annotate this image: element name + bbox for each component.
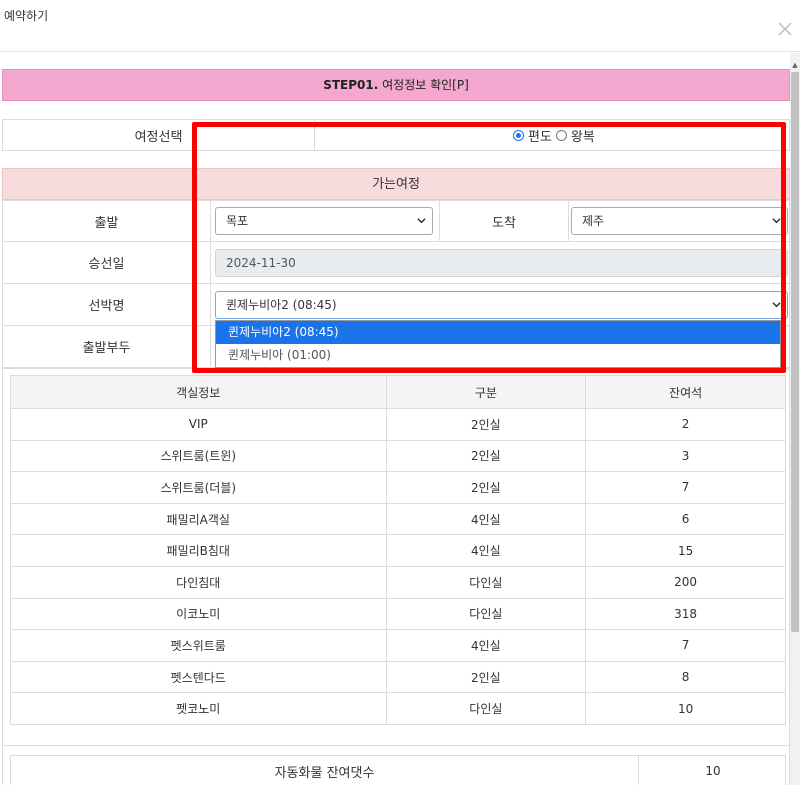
cabin-type: 2인실 [385,439,587,473]
step-title-bar: STEP01. 여정정보 확인[P] [2,69,790,101]
cabin-type: 다인실 [385,565,587,599]
table-row: 펫스텐다드 2인실 8 [10,660,786,694]
cabin-name: 패밀리B침대 [10,534,387,567]
cabin-type: 2인실 [385,660,587,694]
cabin-name: 패밀리A객실 [10,502,387,536]
table-row: 패밀리B침대 4인실 15 [10,534,786,567]
cabin-type: 4인실 [385,629,587,662]
vehicle-capacity-value: 10 [705,764,721,778]
cabin-name: 펫코노미 [10,692,387,725]
cabin-type: 다인실 [385,692,587,725]
cabin-name: 펫스텐다드 [10,660,387,694]
column-header-remaining: 잔여석 [585,375,786,409]
departure-label: 출발 [3,201,211,241]
cabin-name: 다인침대 [10,565,387,599]
cabin-name: VIP [10,408,387,441]
cabin-type: 4인실 [385,502,587,536]
step-number: STEP01. [323,78,379,92]
cabin-remaining: 8 [585,660,786,694]
cabin-type: 다인실 [385,597,587,631]
round-trip-radio[interactable] [555,129,567,141]
arrival-select-value: 제주 [582,214,605,228]
ship-name-label: 선박명 [3,284,211,325]
vehicle-capacity-row: 자동화물 잔여댓수 10 [10,755,786,785]
cabin-remaining: 2 [585,408,786,441]
cabin-name: 이코노미 [10,597,387,631]
cabin-remaining: 6 [585,502,786,536]
sailing-date-value: 2024-11-30 [226,256,296,270]
trip-select-label: 여정선택 [3,120,315,150]
ship-name-select[interactable]: 퀸제누비아2 (08:45) [215,291,788,319]
ship-option[interactable]: 퀸제누비아2 (08:45) [216,321,780,344]
modal-title: 예약하기 [4,9,49,23]
round-trip-label[interactable]: 왕복 [571,126,595,145]
arrival-select[interactable]: 제주 [571,207,788,235]
departure-select[interactable]: 목포 [215,207,433,235]
trip-select-row: 여정선택 편도 왕복 [2,119,790,151]
table-row: VIP 2인실 2 [10,408,786,441]
column-header-cabin: 객실정보 [10,375,387,409]
ship-option[interactable]: 퀸제누비아 (01:00) [216,344,780,367]
chevron-down-icon [417,218,426,224]
arrival-label: 도착 [439,201,569,241]
vehicle-capacity-label: 자동화물 잔여댓수 [11,756,639,785]
cabin-name: 펫스위트룸 [10,629,387,662]
cabin-name: 스위트룸(트윈) [10,439,387,473]
cabin-remaining: 15 [585,534,786,567]
table-row: 이코노미 다인실 318 [10,597,786,631]
cabin-type: 4인실 [385,534,587,567]
departure-pier-label: 출발부두 [3,326,211,367]
one-way-label[interactable]: 편도 [528,126,552,145]
scroll-up-arrow-icon[interactable]: ▲ [790,60,800,70]
close-icon[interactable] [778,22,792,36]
ship-name-select-value: 퀸제누비아2 (08:45) [226,298,337,312]
ship-options-dropdown[interactable]: 퀸제누비아2 (08:45) 퀸제누비아 (01:00) [215,320,781,368]
table-row: 스위트룸(트윈) 2인실 3 [10,439,786,473]
sailing-date-field: 2024-11-30 [215,249,788,277]
chevron-down-icon [772,218,781,224]
column-header-type: 구분 [385,375,587,409]
cabin-remaining: 318 [585,597,786,631]
table-row: 펫스위트룸 4인실 7 [10,629,786,662]
departure-select-value: 목포 [226,214,249,228]
cabin-remaining: 200 [585,565,786,599]
modal-header: 예약하기 [0,0,800,52]
cabin-remaining: 3 [585,439,786,473]
table-row: 펫코노미 다인실 10 [10,692,786,725]
cabin-remaining: 10 [585,692,786,725]
table-header-row: 객실정보 구분 잔여석 [10,375,786,409]
scrollbar-thumb[interactable] [791,72,799,632]
outbound-section-header: 가는여정 [2,168,790,200]
chevron-down-icon [772,302,781,308]
table-row: 다인침대 다인실 200 [10,565,786,599]
cabin-name: 스위트룸(더블) [10,471,387,504]
one-way-radio[interactable] [513,129,524,141]
cabin-type: 2인실 [385,408,587,441]
sailing-date-label: 승선일 [3,242,211,283]
step-text: 여정정보 확인[P] [378,78,469,92]
cabin-remaining: 7 [585,471,786,504]
cabin-remaining: 7 [585,629,786,662]
trip-type-radio-group: 편도 왕복 [513,120,595,150]
table-row: 패밀리A객실 4인실 6 [10,502,786,536]
cabin-type: 2인실 [385,471,587,504]
table-row: 스위트룸(더블) 2인실 7 [10,471,786,504]
cabin-availability-table: 객실정보 구분 잔여석 VIP 2인실 2 스위트룸(트윈) 2인실 3 스위트룸(더블… [10,375,786,725]
